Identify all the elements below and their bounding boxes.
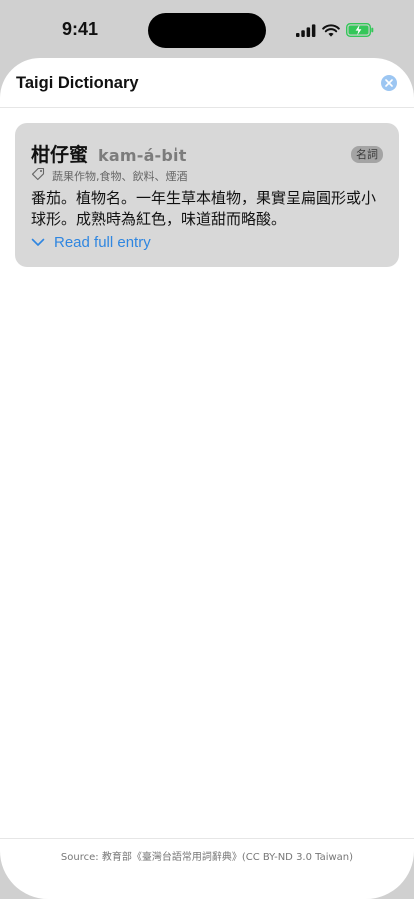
entry-romanization: kam-á-bi̍t (98, 146, 187, 165)
battery-charging-icon (346, 23, 374, 37)
status-time: 9:41 (62, 19, 99, 39)
status-bar: 9:41 (0, 0, 414, 58)
entry-card: 柑仔蜜 kam-á-bi̍t 名詞 蔬果作物,食物、飲料、煙酒 番茄。植物名。一… (15, 123, 399, 267)
close-icon (385, 74, 393, 92)
wifi-icon (322, 24, 340, 37)
chevron-down-icon (31, 234, 45, 251)
source-footer: Source: 教育部《臺灣台語常用詞辭典》(CC BY-ND 3.0 Taiw… (0, 838, 414, 863)
read-full-entry-label: Read full entry (54, 234, 151, 251)
entry-definition: 番茄。植物名。一年生草本植物，果實呈扁圓形或小球形。成熟時為紅色，味道甜而略酸。 (31, 189, 377, 228)
entry-head: 柑仔蜜 kam-á-bi̍t (31, 140, 187, 167)
signal-icon (296, 23, 316, 37)
source-text: Source: 教育部《臺灣台語常用詞辭典》(CC BY-ND 3.0 Taiw… (60, 852, 354, 863)
sheet-header: Taigi Dictionary (0, 58, 414, 108)
part-of-speech-badge: 名詞 (351, 146, 383, 163)
dynamic-island (148, 13, 266, 48)
entry-tags: 蔬果作物,食物、飲料、煙酒 (31, 167, 188, 184)
status-icons (296, 22, 374, 38)
tag-icon (31, 167, 45, 184)
entry-tags-text: 蔬果作物,食物、飲料、煙酒 (52, 169, 188, 183)
sheet-title: Taigi Dictionary (16, 74, 139, 92)
close-button[interactable] (381, 75, 397, 91)
read-full-entry-button[interactable]: Read full entry (31, 234, 151, 251)
dictionary-sheet: Taigi Dictionary 柑仔蜜 kam-á-bi̍t 名詞 蔬果作物,… (0, 58, 414, 899)
entry-word: 柑仔蜜 (31, 144, 89, 166)
